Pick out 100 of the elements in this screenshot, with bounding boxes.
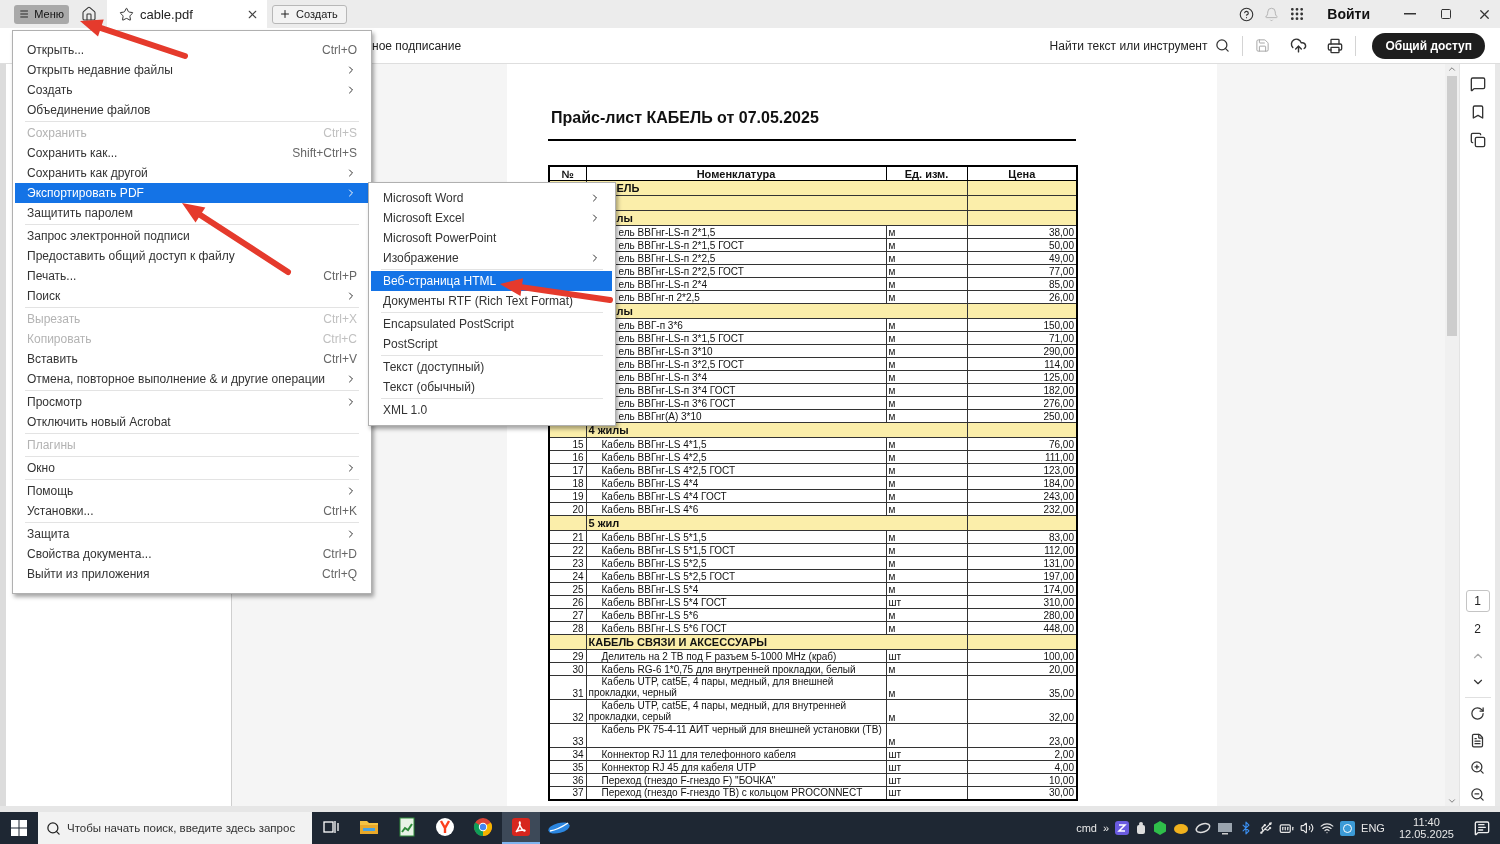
- menu-item[interactable]: Отключить новый Acrobat: [15, 412, 368, 432]
- document-tab[interactable]: cable.pdf: [107, 0, 267, 28]
- create-button[interactable]: Создать: [272, 4, 347, 24]
- chrome-icon: [473, 817, 493, 837]
- app-tray-icon[interactable]: [1153, 821, 1168, 835]
- app-tray-icon[interactable]: [1340, 820, 1356, 836]
- shortcut-label: Ctrl+X: [323, 312, 357, 326]
- menu-item[interactable]: Свойства документа... Ctrl+D: [15, 544, 368, 564]
- feather-icon: [547, 819, 571, 835]
- zoom-out-button[interactable]: [1470, 787, 1485, 802]
- menu-item[interactable]: Защита: [15, 524, 368, 544]
- zoom-in-button[interactable]: [1470, 760, 1485, 775]
- table-cell: Кабель UTP, cat5E, 4 пары, медный, для внешней прокладки, черный: [586, 675, 886, 700]
- menu-item[interactable]: Установки... Ctrl+K: [15, 501, 368, 521]
- menu-item[interactable]: Печать... Ctrl+P: [15, 266, 368, 286]
- menu-item[interactable]: Сохранить как другой: [15, 163, 368, 183]
- monitor-icon[interactable]: [1217, 821, 1234, 835]
- menu-item[interactable]: Выйти из приложения Ctrl+Q: [15, 564, 368, 584]
- shortcut-label: Ctrl+D: [322, 547, 357, 561]
- page-number[interactable]: 1: [1465, 590, 1490, 612]
- zoom-in-icon: [1470, 760, 1485, 775]
- menu-item[interactable]: Просмотр: [15, 392, 368, 412]
- tool-label[interactable]: ное подписание: [372, 38, 462, 53]
- search-icon: [1215, 38, 1231, 53]
- task-view-icon: [323, 820, 339, 834]
- search-icon: [46, 820, 61, 836]
- plus-icon: [279, 8, 291, 20]
- app-tray-icon[interactable]: [1173, 822, 1190, 834]
- maximize-button[interactable]: [1440, 8, 1452, 20]
- star-icon[interactable]: [119, 6, 134, 22]
- bell-icon: [1264, 6, 1280, 22]
- scrollbar[interactable]: [1445, 64, 1459, 806]
- zoom-out-icon: [1470, 787, 1485, 802]
- wifi-icon[interactable]: [1320, 821, 1335, 835]
- table-cell: 23,00: [967, 723, 1077, 748]
- menu-item[interactable]: Создать: [15, 80, 368, 100]
- toolbar-label[interactable]: cmd: [1076, 822, 1097, 834]
- menu-item[interactable]: Объединение файлов: [15, 100, 368, 120]
- menu-item[interactable]: Вставить Ctrl+V: [15, 349, 368, 369]
- overflow-chevron[interactable]: »: [1102, 822, 1110, 834]
- volume-icon[interactable]: [1300, 821, 1315, 835]
- shortcut-label: Ctrl+V: [323, 352, 357, 366]
- apps-button[interactable]: [1289, 6, 1306, 22]
- menu-item[interactable]: Поиск: [15, 286, 368, 306]
- home-button[interactable]: [81, 6, 97, 22]
- shortcut-label: Shift+Ctrl+S: [292, 146, 357, 160]
- table-cell: 32: [549, 699, 586, 724]
- find-label[interactable]: Найти текст или инструмент: [1049, 38, 1208, 53]
- app-tray-icon[interactable]: [1115, 821, 1130, 835]
- menu-icon: [19, 7, 30, 21]
- rotate-button[interactable]: [1470, 706, 1485, 721]
- menu-item[interactable]: Сохранить как... Shift+Ctrl+S: [15, 143, 368, 163]
- minimize-button[interactable]: [1404, 13, 1416, 15]
- tab-title: cable.pdf: [140, 6, 194, 22]
- table-cell: Кабель РК 75-4-11 АИТ черный для внешней установки (ТВ): [586, 723, 886, 748]
- home-icon: [81, 6, 97, 22]
- column-header: №: [549, 166, 586, 181]
- menu-item[interactable]: Веб-страница HTML: [371, 271, 612, 291]
- comments-button[interactable]: [1469, 76, 1486, 92]
- shortcut-label: Ctrl+Q: [322, 567, 357, 581]
- column-header: Ед. изм.: [886, 166, 967, 181]
- table-cell: 33: [549, 723, 586, 748]
- scroll-thumb[interactable]: [1447, 76, 1457, 336]
- usb-icon[interactable]: [1259, 821, 1274, 835]
- menu-item[interactable]: Отмена, повторное выполнение & и другие операции: [15, 369, 368, 389]
- clock[interactable]: 11:40 12.05.2025: [1398, 816, 1454, 840]
- upload-button[interactable]: [1290, 37, 1308, 54]
- language-indicator[interactable]: ENG: [1361, 822, 1385, 834]
- help-button[interactable]: [1239, 6, 1255, 22]
- fit-page-button[interactable]: [1470, 733, 1485, 748]
- search-button[interactable]: [1215, 38, 1231, 53]
- menu-item[interactable]: Предоставить общий доступ к файлу: [15, 246, 368, 266]
- notification-icon: [1474, 820, 1490, 836]
- pages-button[interactable]: [1469, 132, 1486, 148]
- menu-button[interactable]: Меню: [14, 4, 69, 24]
- menu-item[interactable]: Окно: [15, 458, 368, 478]
- share-button[interactable]: Общий доступ: [1372, 32, 1485, 59]
- column-header: Номенклатура: [586, 166, 886, 181]
- spreadsheet-icon: [399, 817, 415, 837]
- menu-item[interactable]: Помощь: [15, 481, 368, 501]
- pages-icon: [1469, 132, 1486, 148]
- taskbar-search-field[interactable]: Чтобы начать поиск, введите здесь запрос: [38, 812, 312, 844]
- comment-icon: [1469, 76, 1486, 92]
- menu-item[interactable]: Открыть недавние файлы: [15, 60, 368, 80]
- print-button[interactable]: [1327, 37, 1344, 54]
- browser-icon: [435, 817, 455, 837]
- printer-icon: [1327, 37, 1344, 54]
- menu-item[interactable]: Открыть... Ctrl+O: [15, 40, 368, 60]
- shortcut-label: Ctrl+P: [323, 269, 357, 283]
- taskbar-app-button[interactable]: [502, 812, 540, 844]
- menu-item[interactable]: Запрос электронной подписи: [15, 226, 368, 246]
- minimize-icon: [1404, 13, 1416, 15]
- shortcut-label: Ctrl+O: [322, 43, 357, 57]
- menu-item[interactable]: Защитить паролем: [15, 203, 368, 223]
- app-tray-icon[interactable]: [1135, 821, 1148, 835]
- folder-icon: [359, 819, 379, 835]
- shortcut-label: Ctrl+C: [322, 332, 357, 346]
- app-tray-icon[interactable]: [1195, 822, 1212, 834]
- menu-item[interactable]: Экспортировать PDF: [15, 183, 368, 203]
- sign-in-button[interactable]: Войти: [1327, 6, 1370, 22]
